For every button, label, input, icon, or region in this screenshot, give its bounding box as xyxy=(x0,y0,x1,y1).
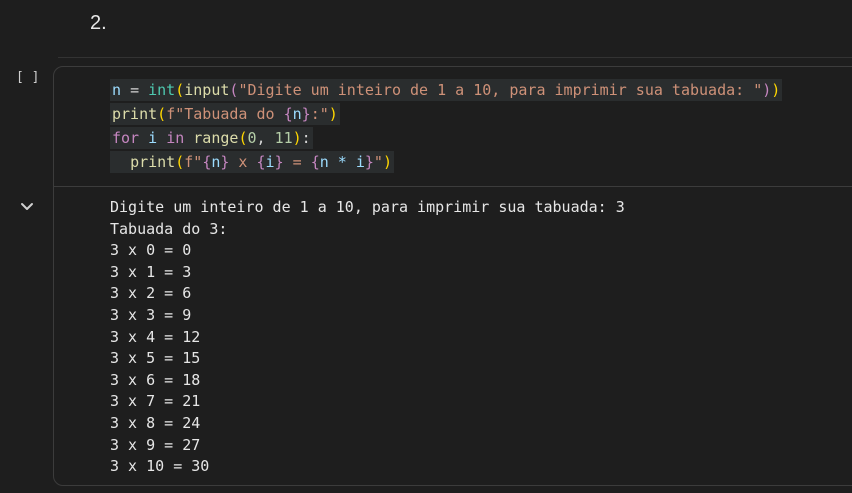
code-line-3: for i in range(0, 11): xyxy=(110,126,782,150)
code-line-2: print(f"Tabuada do {n}:") xyxy=(110,102,782,126)
output-line: Tabuada do 3: xyxy=(110,219,228,238)
chevron-down-icon xyxy=(21,203,33,210)
code-token: ) xyxy=(292,129,302,147)
code-token: " xyxy=(373,153,383,171)
code-token: } xyxy=(364,153,374,171)
code-token: n xyxy=(292,105,302,123)
code-token: print xyxy=(130,153,176,171)
code-token: = xyxy=(130,81,140,99)
cell-divider xyxy=(58,57,852,58)
output-line: 3 x 2 = 6 xyxy=(110,284,192,303)
code-token: n xyxy=(112,81,122,99)
collapse-output-button[interactable] xyxy=(17,198,37,216)
code-line-4: print(f"{n} x {i} = {n * i}") xyxy=(110,150,782,174)
code-token: ) xyxy=(771,81,781,99)
code-token: ( xyxy=(175,81,185,99)
code-token: range xyxy=(193,129,239,147)
code-token: ) xyxy=(762,81,772,99)
cell-output: Digite um inteiro de 1 a 10, para imprim… xyxy=(110,197,625,478)
code-token: { xyxy=(202,153,212,171)
output-line: 3 x 7 = 21 xyxy=(110,392,201,411)
code-token: } xyxy=(274,153,284,171)
markdown-cell[interactable]: 2. xyxy=(0,0,852,58)
code-token: i xyxy=(148,129,158,147)
code-token: ( xyxy=(175,153,185,171)
code-token: input xyxy=(184,81,230,99)
code-token: ) xyxy=(328,105,338,123)
output-line: 3 x 5 = 15 xyxy=(110,349,201,368)
code-token: f"Tabuada do xyxy=(166,105,284,123)
output-line: 3 x 0 = 0 xyxy=(110,241,192,260)
run-cell-button[interactable]: [ ] xyxy=(16,70,39,85)
code-token: , xyxy=(256,129,275,147)
code-token: { xyxy=(310,153,320,171)
output-divider xyxy=(54,186,852,187)
code-line-1: n = int(input("Digite um inteiro de 1 a … xyxy=(110,78,783,102)
code-token: in xyxy=(166,129,185,147)
code-token: print xyxy=(112,105,158,123)
output-line: Digite um inteiro de 1 a 10, para imprim… xyxy=(110,198,625,216)
output-line: 3 x 9 = 27 xyxy=(110,435,201,454)
code-token: "Digite um inteiro de 1 a 10, para impri… xyxy=(238,81,763,99)
output-line: 3 x 10 = 30 xyxy=(110,457,210,476)
output-line: 3 x 4 = 12 xyxy=(110,327,201,346)
output-line: 3 x 1 = 3 xyxy=(110,262,192,281)
output-line: 3 x 6 = 18 xyxy=(110,370,201,389)
code-token: ( xyxy=(157,105,167,123)
code-token: x xyxy=(229,153,257,171)
code-token: 0 xyxy=(247,129,257,147)
code-token: ) xyxy=(382,153,392,171)
code-token: n * i xyxy=(319,153,365,171)
code-token: for xyxy=(112,129,140,147)
code-token: int xyxy=(148,81,176,99)
code-token: :" xyxy=(310,105,329,123)
code-token: i xyxy=(265,153,275,171)
code-token: { xyxy=(283,105,293,123)
code-token: { xyxy=(256,153,266,171)
output-line: 3 x 8 = 24 xyxy=(110,413,201,432)
code-token: } xyxy=(301,105,311,123)
code-token: 11 xyxy=(274,129,293,147)
code-token: f" xyxy=(184,153,203,171)
code-token: : xyxy=(301,129,311,147)
markdown-heading: 2. xyxy=(90,12,107,34)
code-editor[interactable]: n = int(input("Digite um inteiro de 1 a … xyxy=(110,78,783,174)
code-token: = xyxy=(283,153,311,171)
output-line: 3 x 3 = 9 xyxy=(110,305,192,324)
